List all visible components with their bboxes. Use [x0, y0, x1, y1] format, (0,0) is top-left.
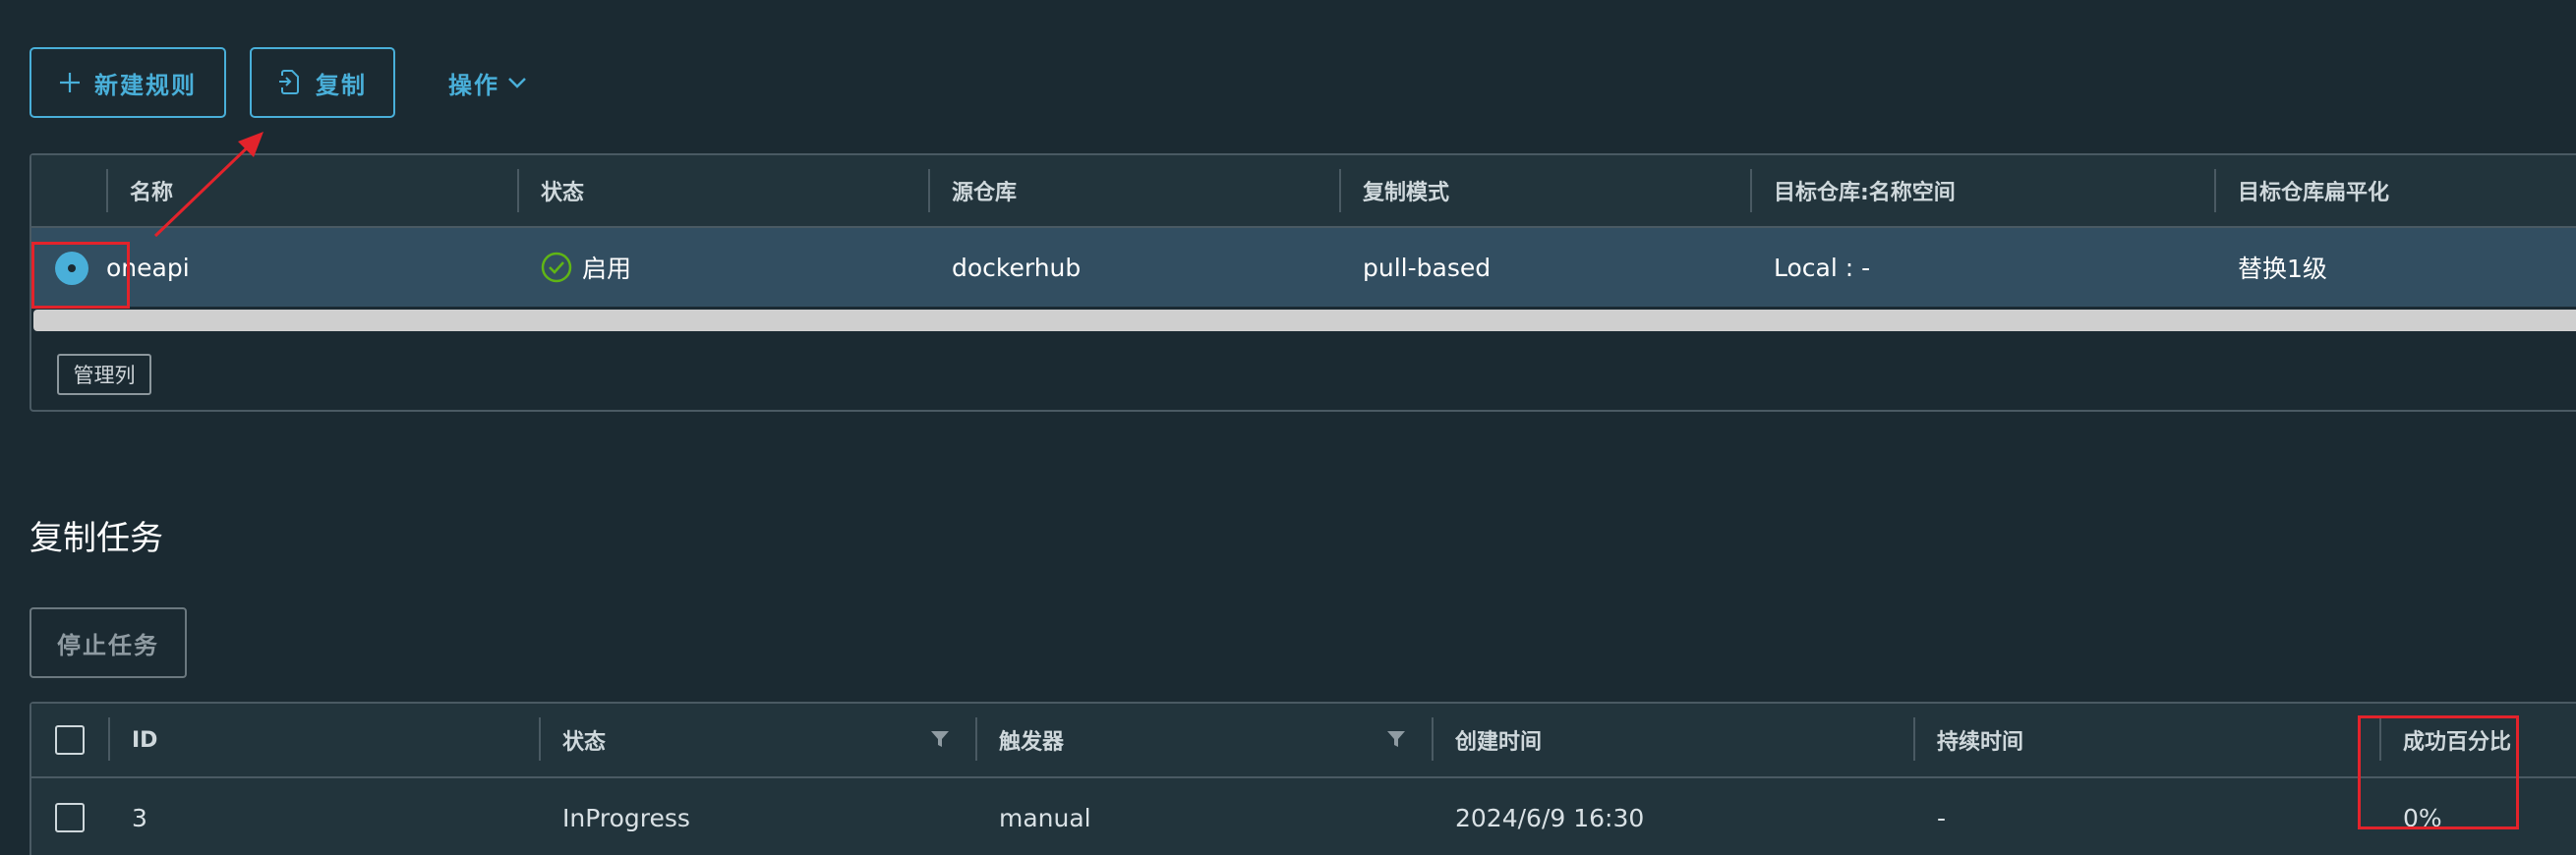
- rule-status-text: 启用: [582, 255, 632, 283]
- check-circle-icon: [541, 252, 572, 283]
- column-header-id[interactable]: ID: [108, 704, 568, 776]
- copy-button[interactable]: 复制: [250, 47, 395, 118]
- filter-icon[interactable]: [1386, 729, 1406, 749]
- copy-label: 复制: [316, 71, 367, 99]
- row-checkbox[interactable]: [55, 803, 85, 832]
- task-duration: -: [1937, 803, 1947, 832]
- column-header-success[interactable]: 成功百分比: [2379, 704, 2576, 776]
- operations-dropdown[interactable]: 操作: [448, 65, 527, 100]
- table-row[interactable]: oneapi 启用 dockerhub pull-based Local : -…: [31, 228, 2576, 307]
- replication-tasks-grid: ID 状态 触发器 创建时间 持续时间 成功百分比 3 InProgress m…: [29, 702, 2576, 855]
- rule-status: 启用: [517, 228, 631, 307]
- column-header-trigger[interactable]: 触发器: [975, 704, 1432, 776]
- select-column-header: [31, 155, 106, 226]
- task-status: InProgress: [562, 803, 690, 832]
- task-id-link[interactable]: 3: [108, 778, 147, 855]
- new-rule-label: 新建规则: [94, 71, 197, 99]
- task-created: 2024/6/9 16:30: [1455, 803, 1645, 832]
- table-row[interactable]: 3 InProgress manual 2024/6/9 16:30 - 0%: [31, 778, 2576, 855]
- operations-label: 操作: [448, 71, 499, 99]
- replication-rules-grid: 名称 状态 源仓库 复制模式 目标仓库:名称空间 目标仓库扁平化 oneapi …: [29, 153, 2576, 412]
- rule-mode: pull-based: [1363, 253, 1492, 282]
- column-header-source-registry[interactable]: 源仓库: [928, 155, 1339, 226]
- task-trigger: manual: [999, 803, 1091, 832]
- annotation-arrow-icon: [153, 132, 263, 238]
- column-header-status-label: 状态: [562, 730, 607, 755]
- grid-header: ID 状态 触发器 创建时间 持续时间 成功百分比: [31, 704, 2576, 778]
- row-select-radio[interactable]: [55, 252, 88, 285]
- column-header-target-namespace[interactable]: 目标仓库:名称空间: [1750, 155, 2214, 226]
- column-header-duration[interactable]: 持续时间: [1913, 704, 2379, 776]
- new-rule-button[interactable]: 新建规则: [29, 47, 226, 118]
- grid-header: 名称 状态 源仓库 复制模式 目标仓库:名称空间 目标仓库扁平化: [31, 155, 2576, 228]
- scrollbar-thumb[interactable]: [33, 310, 2576, 331]
- rule-flatten: 替换1级: [2238, 255, 2327, 283]
- horizontal-scrollbar[interactable]: [31, 307, 2576, 336]
- rule-source-registry: dockerhub: [952, 253, 1082, 282]
- column-header-flatten[interactable]: 目标仓库扁平化: [2214, 155, 2576, 226]
- column-header-status[interactable]: 状态: [517, 155, 928, 226]
- select-all-checkbox[interactable]: [55, 725, 85, 755]
- column-header-mode[interactable]: 复制模式: [1339, 155, 1750, 226]
- rule-target-namespace: Local : -: [1774, 253, 1871, 282]
- filter-icon[interactable]: [930, 729, 950, 749]
- copy-icon: [278, 70, 302, 95]
- task-success: 0%: [2403, 803, 2442, 832]
- manage-columns-button[interactable]: 管理列: [57, 354, 151, 395]
- column-header-created[interactable]: 创建时间: [1432, 704, 1913, 776]
- chevron-down-icon: [508, 78, 526, 88]
- stop-task-button[interactable]: 停止任务: [29, 607, 187, 678]
- column-header-trigger-label: 触发器: [999, 730, 1065, 755]
- section-title: 复制任务: [29, 519, 163, 558]
- plus-icon: [59, 72, 81, 93]
